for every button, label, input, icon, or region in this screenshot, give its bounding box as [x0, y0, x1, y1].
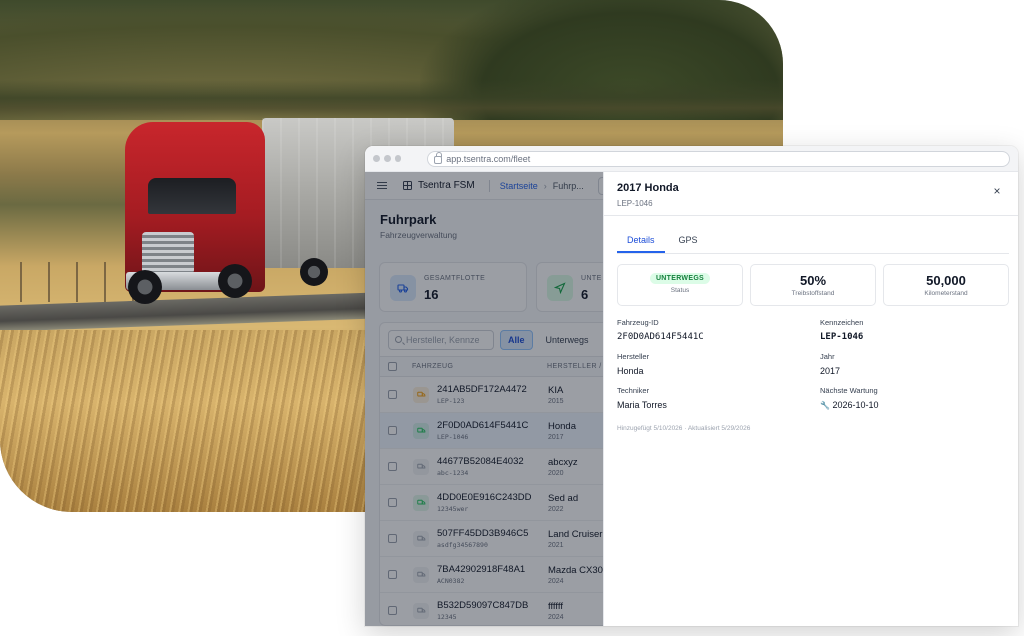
- field-label: Jahr: [820, 352, 835, 361]
- kpi-value: 50%: [799, 273, 827, 288]
- kpi-value: 50,000: [926, 273, 966, 288]
- lock-icon: [434, 151, 443, 164]
- field-label: Kennzeichen: [820, 318, 864, 327]
- field-plate: Kennzeichen LEP-1046: [820, 318, 863, 342]
- truck-grille: [142, 232, 194, 274]
- status-badge: UNTERWEGS: [649, 273, 711, 284]
- kpi-label: Treibstoffstand: [791, 290, 835, 297]
- drawer-tabs: Details GPS: [617, 230, 1009, 254]
- photo-treeline: [0, 80, 783, 120]
- field-value: Maria Torres: [617, 400, 667, 410]
- field-value: 2F0D0AD614F5441C: [617, 332, 704, 342]
- field-vehicle-id: Fahrzeug-ID 2F0D0AD614F5441C: [617, 318, 704, 342]
- field-label: Techniker: [617, 386, 650, 395]
- browser-window: app.tsentra.com/fleet Tsentra FSM Starts…: [365, 146, 1018, 626]
- field-label: Fahrzeug-ID: [617, 318, 659, 327]
- window-dot[interactable]: [373, 155, 380, 162]
- field-value: 2017: [820, 366, 841, 376]
- drawer-title: 2017 Honda: [617, 182, 679, 194]
- kpi-status: UNTERWEGS Status: [617, 264, 743, 306]
- field-technician: Techniker Maria Torres: [617, 386, 667, 410]
- field-label: Nächste Wartung: [820, 386, 878, 395]
- url-text: app.tsentra.com/fleet: [446, 153, 531, 164]
- truck-wheel: [128, 270, 162, 304]
- tab-gps[interactable]: GPS: [669, 230, 708, 253]
- kpi-fuel: 50% Treibstoffstand: [750, 264, 876, 306]
- field-value: 🔧 2026-10-10: [820, 400, 879, 410]
- close-icon[interactable]: ×: [990, 184, 1004, 198]
- browser-chrome: app.tsentra.com/fleet: [365, 146, 1018, 172]
- field-maker: Hersteller Honda: [617, 352, 649, 376]
- kpi-mileage: 50,000 Kilometerstand: [883, 264, 1009, 306]
- kpi-label: Kilometerstand: [924, 290, 968, 297]
- next-service-date: 2026-10-10: [832, 400, 879, 410]
- kpi-label: Status: [670, 287, 690, 294]
- modal-overlay[interactable]: [365, 172, 603, 626]
- field-year: Jahr 2017: [820, 352, 840, 376]
- vehicle-detail-drawer: 2017 Honda LEP-1046 × Details GPS UNTERW…: [603, 172, 1018, 626]
- drawer-subtitle: LEP-1046: [617, 199, 653, 208]
- field-label: Hersteller: [617, 352, 650, 361]
- wrench-icon: 🔧: [820, 401, 830, 410]
- field-value: LEP-1046: [820, 332, 864, 342]
- drawer-header: 2017 Honda LEP-1046 ×: [604, 172, 1018, 216]
- window-dot[interactable]: [383, 155, 391, 162]
- truck-windshield: [148, 178, 236, 214]
- tab-details[interactable]: Details: [617, 230, 665, 253]
- truck-wheel: [218, 264, 252, 298]
- record-timestamps: Hinzugefügt 5/10/2026 · Aktualisiert 5/2…: [617, 425, 751, 432]
- truck-wheel: [300, 258, 328, 286]
- field-value: Honda: [617, 366, 644, 376]
- address-bar[interactable]: app.tsentra.com/fleet: [427, 150, 1010, 167]
- field-next-service: Nächste Wartung 🔧 2026-10-10: [820, 386, 879, 410]
- window-dot[interactable]: [394, 155, 402, 162]
